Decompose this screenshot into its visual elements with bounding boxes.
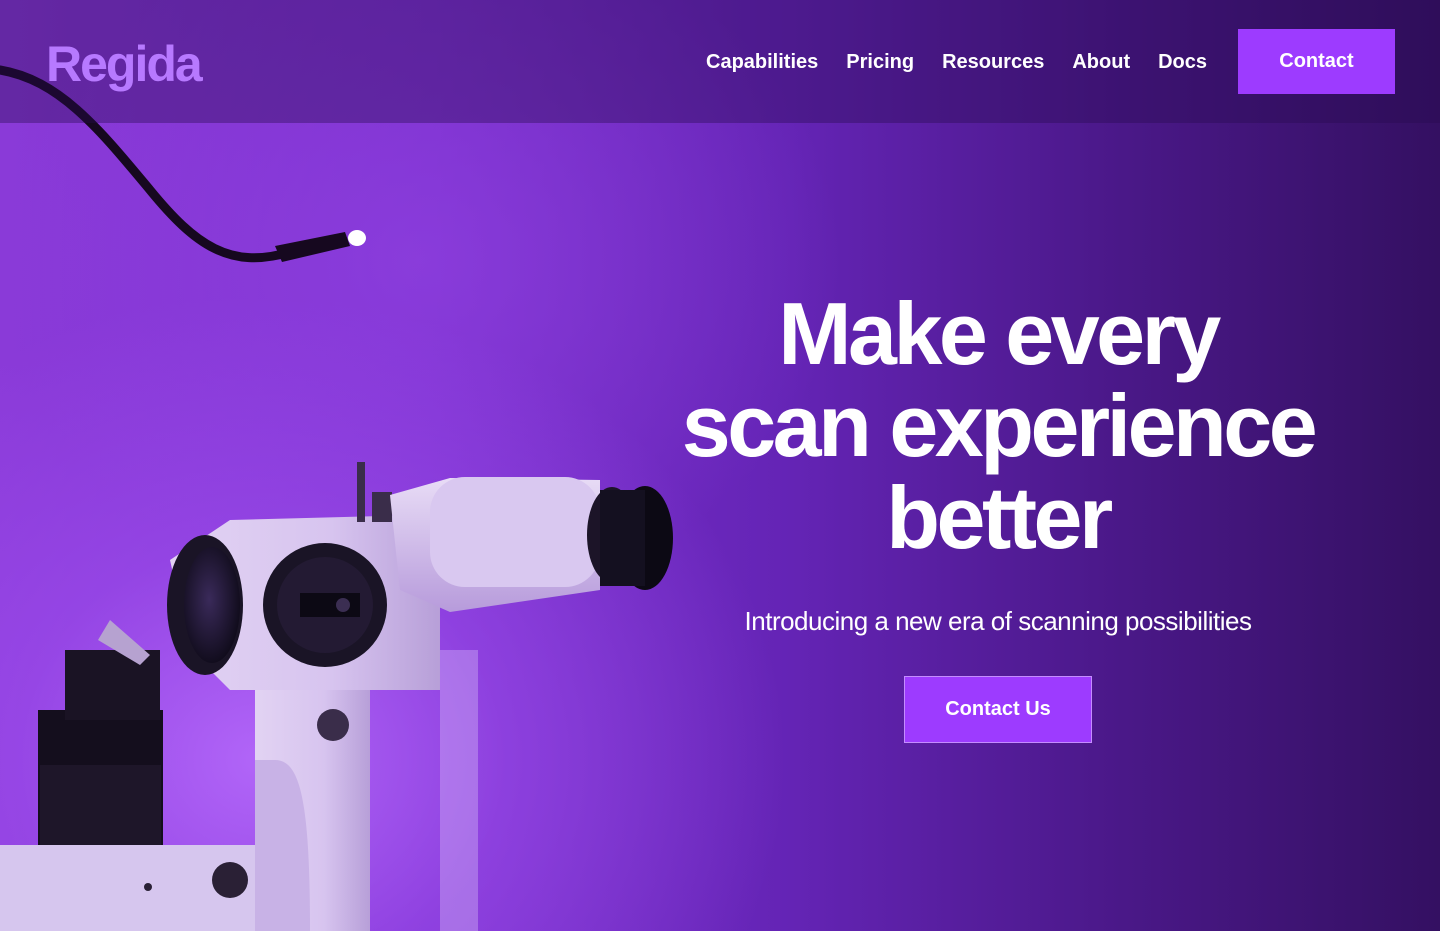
brand-logo[interactable]: Regida [46, 36, 203, 92]
nav-contact-button[interactable]: Contact [1238, 29, 1395, 94]
nav-link-pricing[interactable]: Pricing [846, 48, 914, 76]
hero-headline-line: better [886, 468, 1113, 567]
hero-headline: Make every scan experience better [600, 288, 1396, 564]
primary-nav: Capabilities Pricing Resources About Doc… [706, 48, 1235, 76]
nav-link-docs[interactable]: Docs [1158, 48, 1207, 76]
top-navbar: Regida Capabilities Pricing Resources Ab… [0, 0, 1440, 123]
nav-link-resources[interactable]: Resources [942, 48, 1044, 76]
hero-subtitle: Introducing a new era of scanning possib… [744, 606, 1252, 636]
hero-headline-line: scan experience [681, 376, 1318, 475]
nav-link-about[interactable]: About [1072, 48, 1130, 76]
hero-headline-line: Make every [778, 284, 1221, 383]
contact-us-button[interactable]: Contact Us [904, 676, 1092, 743]
nav-link-capabilities[interactable]: Capabilities [706, 48, 818, 76]
hero-section: Regida Capabilities Pricing Resources Ab… [0, 0, 1440, 931]
